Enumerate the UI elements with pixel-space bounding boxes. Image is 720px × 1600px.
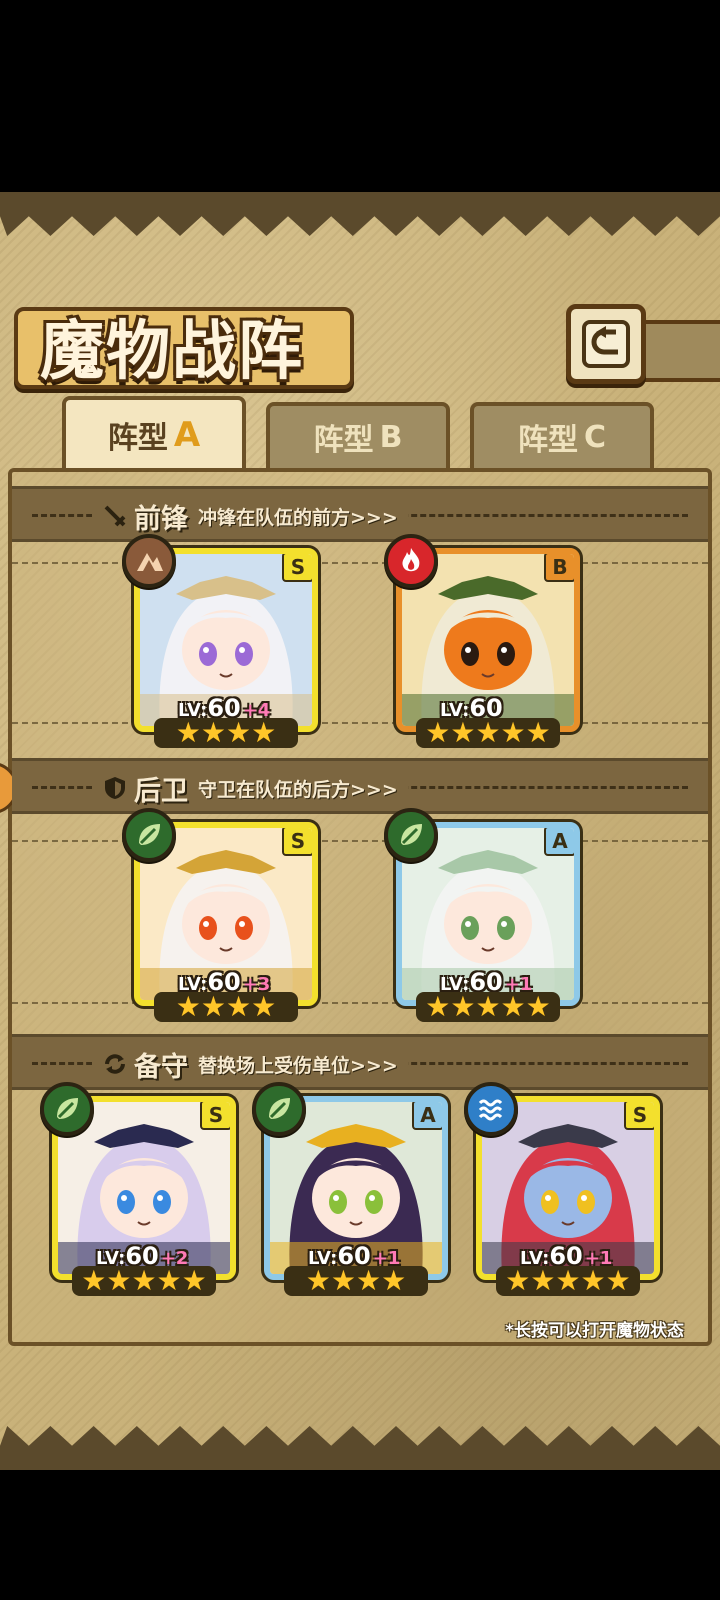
star-rating: ★ ★ ★ ★ ★: [416, 992, 560, 1022]
water-icon: [464, 1082, 518, 1136]
leaf-icon: [122, 808, 176, 862]
back-button[interactable]: [566, 304, 646, 384]
star-rating: ★ ★ ★ ★: [154, 992, 298, 1022]
section-header-rearguard: 后卫 守卫在队伍的后方>>>: [12, 758, 708, 814]
rank-badge: A: [544, 828, 574, 856]
star-icon: ★: [175, 716, 201, 749]
row-rail: [12, 562, 708, 564]
monster-card-reserve-3[interactable]: S LV:60 +1 ★ ★ ★ ★ ★: [464, 1082, 660, 1296]
back-arrow-icon: [582, 320, 630, 368]
section-header-vanguard: 前锋 冲锋在队伍的前方>>>: [12, 486, 708, 542]
page-title: 魔物战阵: [40, 314, 304, 389]
star-icon: ★: [425, 990, 451, 1023]
rank-badge: S: [282, 828, 312, 856]
rank-badge: S: [624, 1102, 654, 1130]
panel-top-border: [0, 192, 720, 236]
star-icon: ★: [81, 1264, 107, 1297]
section-name: 前锋: [134, 503, 188, 535]
star-icon: ★: [525, 716, 551, 749]
section-title-rearguard: 后卫 守卫在队伍的后方>>>: [92, 769, 408, 807]
section-desc: 冲锋在队伍的前方>>>: [198, 506, 398, 529]
back-button-rail: [640, 320, 720, 382]
row-rail: [12, 840, 708, 842]
swap-icon: [105, 1054, 125, 1074]
tab-letter: A: [173, 415, 201, 455]
leaf-icon: [40, 1082, 94, 1136]
section-name: 后卫: [134, 775, 188, 807]
star-icon: ★: [156, 1264, 182, 1297]
star-icon: ★: [175, 990, 201, 1023]
star-icon: ★: [555, 1264, 581, 1297]
star-icon: ★: [580, 1264, 606, 1297]
section-header-reserve: 备守 替换场上受伤单位>>>: [12, 1034, 708, 1090]
formation-panel: 魔物战阵 阵型 A 阵型 B 阵型 C 前锋 冲锋在队伍的前方>>> 后卫 守卫…: [0, 192, 720, 1470]
star-icon: ★: [475, 990, 501, 1023]
rank-badge: S: [282, 554, 312, 582]
star-icon: ★: [500, 990, 526, 1023]
earth-icon: [122, 534, 176, 588]
star-icon: ★: [305, 1264, 331, 1297]
monster-card-rearguard-2[interactable]: A LV:60 +1 ★ ★ ★ ★ ★: [384, 808, 580, 1022]
navigation-bar-area: [0, 1470, 720, 1600]
section-desc: 替换场上受伤单位>>>: [198, 1054, 398, 1077]
star-icon: ★: [505, 1264, 531, 1297]
star-rating: ★ ★ ★ ★ ★: [416, 718, 560, 748]
star-icon: ★: [200, 990, 226, 1023]
star-icon: ★: [356, 1264, 382, 1297]
star-rating: ★ ★ ★ ★ ★: [496, 1266, 640, 1296]
shield-icon: [105, 777, 125, 799]
star-icon: ★: [330, 1264, 356, 1297]
star-icon: ★: [450, 990, 476, 1023]
monster-card-vanguard-2[interactable]: B LV:60 ★ ★ ★ ★ ★: [384, 534, 580, 748]
leaf-icon: [384, 808, 438, 862]
tab-letter: B: [379, 419, 403, 455]
star-icon: ★: [106, 1264, 132, 1297]
star-icon: ★: [475, 716, 501, 749]
tab-formation-a[interactable]: 阵型 A: [62, 396, 246, 470]
rank-badge: S: [200, 1102, 230, 1130]
star-icon: ★: [381, 1264, 407, 1297]
star-icon: ★: [500, 716, 526, 749]
star-icon: ★: [226, 990, 252, 1023]
tab-formation-c[interactable]: 阵型 C: [470, 402, 654, 468]
row-rail: [12, 1002, 708, 1004]
status-bar-area: [0, 0, 720, 192]
sword-icon: [104, 505, 126, 527]
star-icon: ★: [450, 716, 476, 749]
fire-icon: [384, 534, 438, 588]
star-icon: ★: [251, 990, 277, 1023]
monster-card-vanguard-1[interactable]: S LV:60 +4 ★ ★ ★ ★: [122, 534, 318, 748]
monster-card-rearguard-1[interactable]: S LV:60 +3 ★ ★ ★ ★: [122, 808, 318, 1022]
rank-badge: A: [412, 1102, 442, 1130]
leaf-icon: [252, 1082, 306, 1136]
row-rail: [12, 722, 708, 724]
tab-label: 阵型: [517, 423, 578, 458]
star-icon: ★: [425, 716, 451, 749]
rank-badge: B: [544, 554, 574, 582]
tab-formation-b[interactable]: 阵型 B: [266, 402, 450, 468]
star-rating: ★ ★ ★ ★ ★: [72, 1266, 216, 1296]
star-icon: ★: [525, 990, 551, 1023]
star-icon: ★: [226, 716, 252, 749]
star-rating: ★ ★ ★ ★: [154, 718, 298, 748]
tab-label: 阵型: [313, 423, 374, 458]
panel-bottom-border: [0, 1426, 720, 1470]
star-icon: ★: [200, 716, 226, 749]
long-press-hint: *长按可以打开魔物状态: [505, 1321, 684, 1341]
star-icon: ★: [530, 1264, 556, 1297]
section-title-reserve: 备守 替换场上受伤单位>>>: [92, 1045, 408, 1083]
tab-label: 阵型: [107, 421, 168, 456]
monster-card-reserve-1[interactable]: S LV:60 +2 ★ ★ ★ ★ ★: [40, 1082, 236, 1296]
section-desc: 守卫在队伍的后方>>>: [198, 778, 398, 801]
star-icon: ★: [181, 1264, 207, 1297]
formation-tabs: 阵型 A 阵型 B 阵型 C: [16, 396, 706, 472]
monster-card-reserve-2[interactable]: A LV:60 +1 ★ ★ ★ ★: [252, 1082, 448, 1296]
section-name: 备守: [134, 1051, 188, 1083]
star-icon: ★: [251, 716, 277, 749]
star-icon: ★: [605, 1264, 631, 1297]
star-rating: ★ ★ ★ ★: [284, 1266, 428, 1296]
star-icon: ★: [131, 1264, 157, 1297]
section-title-vanguard: 前锋 冲锋在队伍的前方>>>: [92, 497, 408, 535]
tab-letter: C: [583, 419, 607, 455]
